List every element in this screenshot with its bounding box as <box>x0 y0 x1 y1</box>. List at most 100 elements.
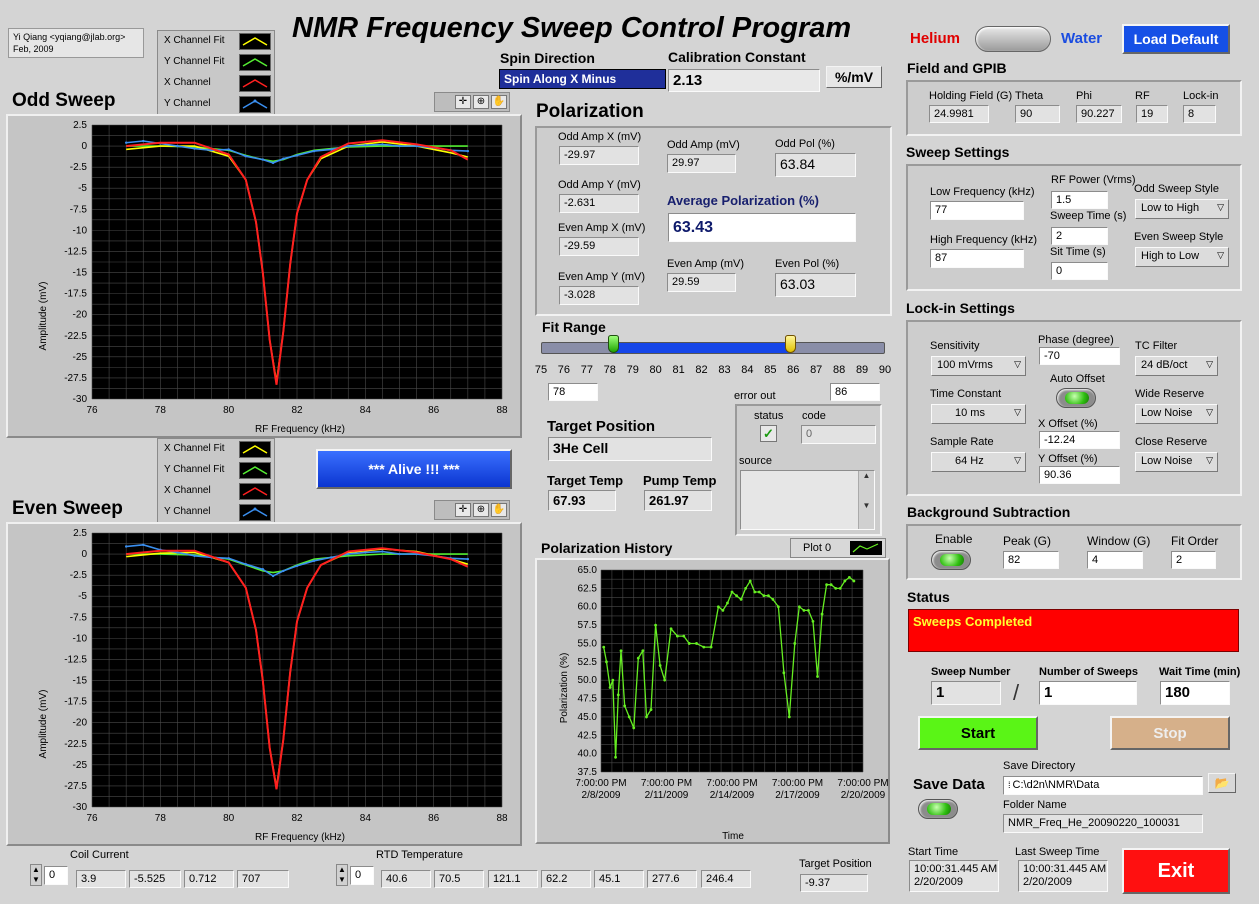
target-type-toggle[interactable] <box>975 26 1051 52</box>
sit-time-input[interactable]: 0 <box>1051 262 1108 280</box>
crosshair-icon[interactable]: ✛ <box>455 95 471 109</box>
error-status-label: status <box>754 410 784 422</box>
window-input[interactable]: 4 <box>1087 551 1143 569</box>
error-code-value: 0 <box>801 425 876 444</box>
data-point <box>645 715 648 719</box>
wait-time-label: Wait Time (min) <box>1159 666 1241 678</box>
crosshair-icon[interactable]: ✛ <box>455 503 471 517</box>
number-of-sweeps-input[interactable]: 1 <box>1039 681 1137 705</box>
odd-sweep-graph: Amplitude (mV) RF Frequency (kHz) 2.5 0 -2… <box>6 114 522 438</box>
fit-range-tick: 81 <box>672 364 685 376</box>
fit-range-high-handle[interactable] <box>785 335 796 353</box>
alive-indicator: *** Alive !!! *** <box>316 449 512 489</box>
sensitivity-select[interactable]: 100 mVrms ▽ <box>931 356 1026 376</box>
odd-amp-y-value: -2.631 <box>559 194 639 213</box>
x-tick-label: 76 <box>86 405 98 416</box>
sample-rate-select[interactable]: 64 Hz ▽ <box>931 452 1026 472</box>
load-default-button[interactable]: Load Default <box>1122 24 1230 54</box>
data-point <box>776 605 780 609</box>
start-button[interactable]: Start <box>918 716 1038 750</box>
data-point <box>329 148 333 151</box>
odd-graph-palette[interactable]: ✛ ⊕ ✋ <box>434 92 510 112</box>
x-tick-label: 80 <box>223 813 235 824</box>
low-frequency-input[interactable]: 77 <box>930 201 1024 220</box>
data-point <box>816 675 819 678</box>
pan-hand-icon[interactable]: ✋ <box>491 95 507 109</box>
background-enable-button[interactable] <box>931 550 971 570</box>
status-message: Sweeps Completed <box>908 609 1239 652</box>
odd-sweep-style-select[interactable]: Low to High ▽ <box>1135 199 1229 219</box>
high-frequency-input[interactable]: 87 <box>930 249 1024 268</box>
wide-reserve-label: Wide Reserve <box>1135 388 1205 400</box>
even-sweep-style-select[interactable]: High to Low ▽ <box>1135 247 1229 267</box>
y-offset-input[interactable]: 90.36 <box>1039 466 1120 484</box>
even-graph-palette[interactable]: ✛ ⊕ ✋ <box>434 500 510 520</box>
sensitivity-label: Sensitivity <box>930 340 980 352</box>
close-reserve-select[interactable]: Low Noise ▽ <box>1135 452 1218 472</box>
wait-time-input[interactable]: 180 <box>1160 681 1230 705</box>
rtd-temperature-value: 45.1 <box>594 870 644 888</box>
odd-amp-y-label: Odd Amp Y (mV) <box>558 179 641 191</box>
history-ylabel: Polarization (%) <box>559 653 570 724</box>
zoom-icon[interactable]: ⊕ <box>473 503 489 517</box>
rtd-index-stepper[interactable]: ▲ ▼ <box>336 864 348 886</box>
fit-range-high-input[interactable]: 86 <box>830 383 880 401</box>
rtd-temperature-value: 277.6 <box>647 870 697 888</box>
fit-range-tick: 78 <box>603 364 616 376</box>
tc-filter-select[interactable]: 24 dB/oct ▽ <box>1135 356 1218 376</box>
data-point <box>466 557 470 561</box>
lockin-settings-title: Lock-in Settings <box>906 300 1015 316</box>
wide-reserve-select[interactable]: Low Noise ▽ <box>1135 404 1218 424</box>
data-point <box>282 157 285 160</box>
browse-folder-icon[interactable]: 📂 <box>1208 773 1236 793</box>
odd-pol-label: Odd Pol (%) <box>775 138 835 150</box>
time-constant-select[interactable]: 10 ms ▽ <box>931 404 1026 424</box>
auto-offset-button[interactable] <box>1056 388 1096 408</box>
calibration-value[interactable]: 2.13 <box>668 69 820 92</box>
data-point <box>766 594 770 598</box>
odd-ylabel: Amplitude (mV) <box>38 282 49 351</box>
x-tick-label: 2/17/2009 <box>775 790 820 801</box>
phase-input[interactable]: -70 <box>1039 347 1120 365</box>
zoom-icon[interactable]: ⊕ <box>473 95 489 109</box>
fit-range-low-input[interactable]: 78 <box>548 383 598 401</box>
background-enable-label: Enable <box>935 532 973 546</box>
stop-button[interactable]: Stop <box>1110 716 1230 750</box>
legend-item: Y Channel Fit <box>158 52 274 73</box>
y-tick-label: -22.5 <box>64 331 87 342</box>
legend-swatch <box>239 504 271 521</box>
rf-power-input[interactable]: 1.5 <box>1051 191 1108 209</box>
save-data-toggle[interactable] <box>918 799 958 819</box>
rf-value: 19 <box>1136 105 1168 123</box>
fit-order-input[interactable]: 2 <box>1171 551 1216 569</box>
rtd-index-input[interactable]: 0 <box>350 866 374 885</box>
y-tick-label: -5 <box>78 183 87 194</box>
error-source-scrollbar[interactable]: ▲ ▼ <box>858 471 874 529</box>
data-point <box>176 144 179 148</box>
save-directory-input[interactable]: ⁞ C:\d2n\NMR\Data <box>1003 776 1203 795</box>
coil-index-input[interactable]: 0 <box>44 866 68 885</box>
fit-range-tick: 79 <box>626 364 639 376</box>
x-offset-input[interactable]: -12.24 <box>1039 431 1120 449</box>
fit-range-low-handle[interactable] <box>608 335 619 353</box>
error-source-label: source <box>739 455 773 467</box>
data-point <box>602 645 606 649</box>
peak-input[interactable]: 82 <box>1003 551 1059 569</box>
data-point <box>807 609 810 612</box>
coil-index-stepper[interactable]: ▲ ▼ <box>30 864 42 886</box>
even-sweep-plot: Amplitude (mV) RF Frequency (kHz) 2.5 0 -2… <box>38 528 508 843</box>
spin-direction-select[interactable]: Spin Along X Minus <box>499 69 666 89</box>
even-sweep-legend: X Channel Fit Y Channel Fit X Channel Y … <box>157 438 275 524</box>
y-tick-label: -20 <box>73 718 88 729</box>
rf-label: RF <box>1135 90 1150 102</box>
pan-hand-icon[interactable]: ✋ <box>491 503 507 517</box>
data-point <box>329 556 333 559</box>
data-point <box>726 601 729 605</box>
data-point <box>347 552 350 556</box>
error-out-label: error out <box>734 390 776 402</box>
window-label: Window (G) <box>1087 534 1151 548</box>
exit-button[interactable]: Exit <box>1122 848 1230 894</box>
data-point <box>649 708 653 711</box>
fit-order-label: Fit Order <box>1171 534 1219 548</box>
sweep-time-input[interactable]: 2 <box>1051 227 1108 245</box>
